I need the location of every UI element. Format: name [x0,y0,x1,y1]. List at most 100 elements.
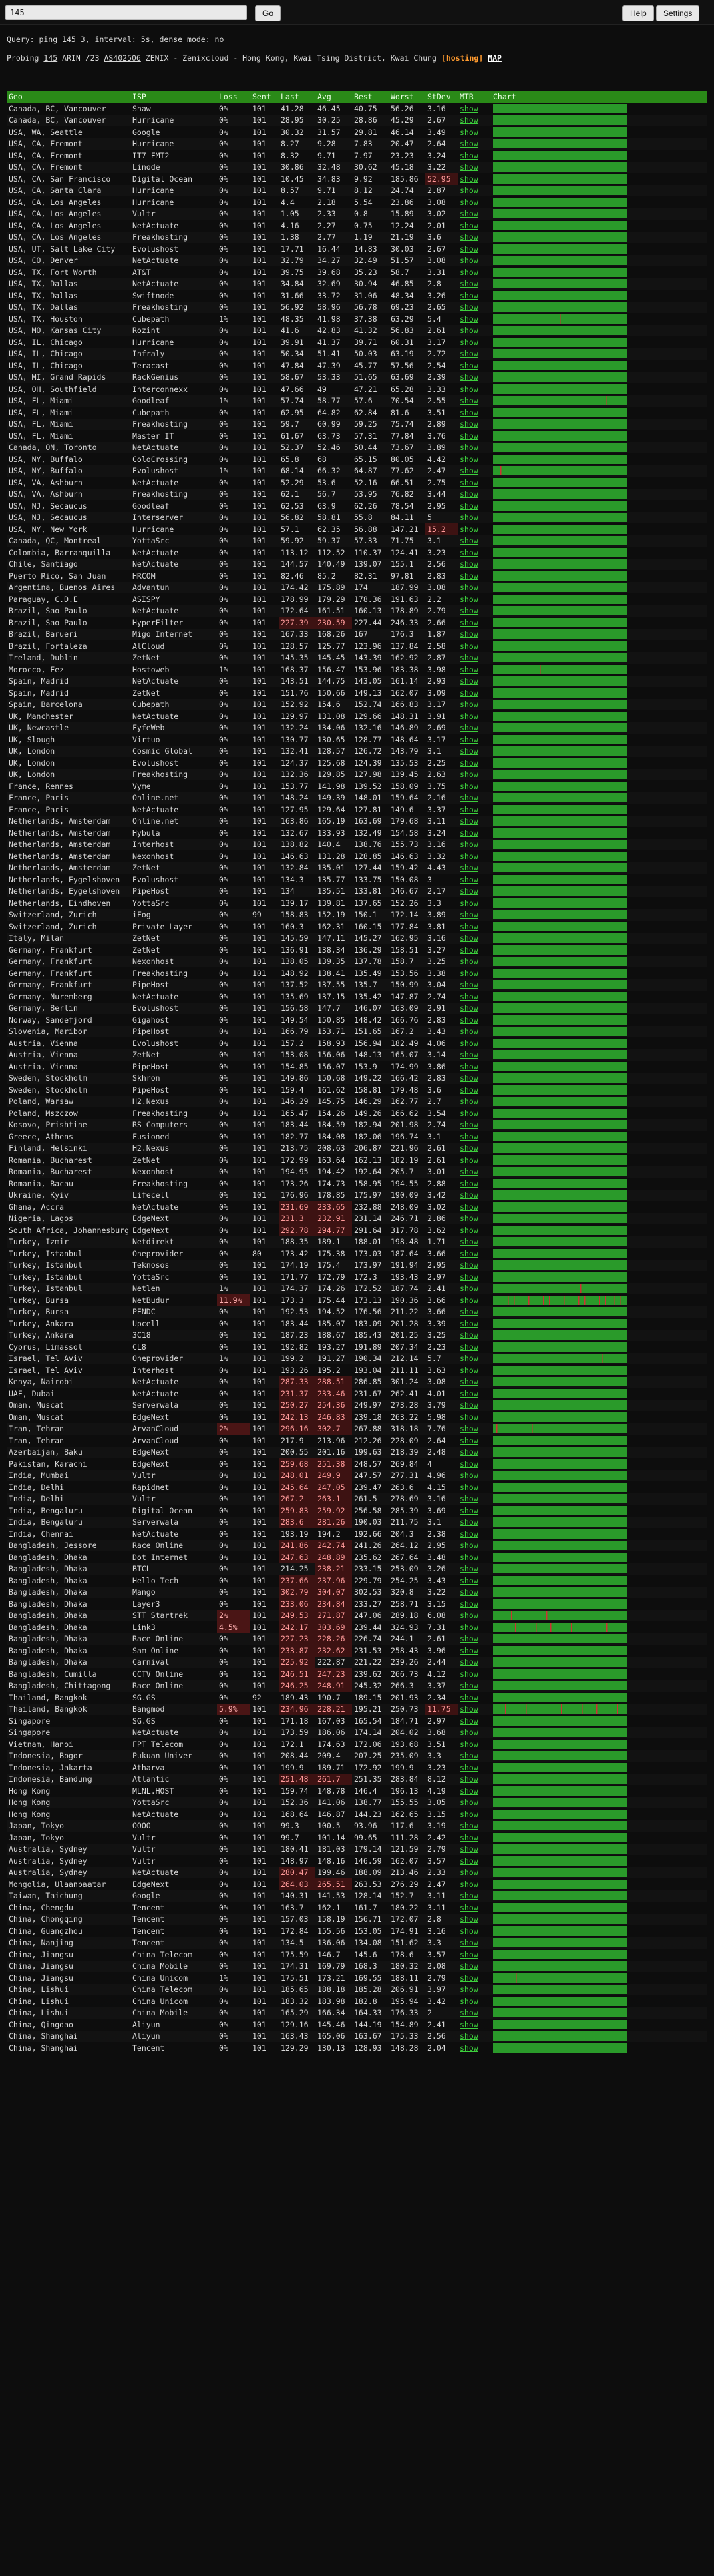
mtr-show-link[interactable]: show [460,1623,478,1632]
mtr-show-link[interactable]: show [460,1296,478,1305]
mtr-show-link[interactable]: show [460,1459,478,1469]
mtr-show-link[interactable]: show [460,232,478,242]
mtr-show-link[interactable]: show [460,571,478,581]
mtr-show-link[interactable]: show [460,326,478,335]
mtr-show-link[interactable]: show [460,1576,478,1585]
mtr-show-link[interactable]: show [460,127,478,137]
mtr-show-link[interactable]: show [460,1272,478,1282]
mtr-show-link[interactable]: show [460,969,478,978]
mtr-show-link[interactable]: show [460,980,478,989]
column-header[interactable]: Best [352,91,389,103]
mtr-show-link[interactable]: show [460,852,478,861]
mtr-show-link[interactable]: show [460,653,478,662]
search-input[interactable] [5,5,247,20]
mtr-show-link[interactable]: show [460,1447,478,1457]
mtr-show-link[interactable]: show [460,1856,478,1866]
mtr-show-link[interactable]: show [460,384,478,394]
column-header[interactable]: Worst [389,91,425,103]
mtr-show-link[interactable]: show [460,1027,478,1036]
mtr-show-link[interactable]: show [460,629,478,639]
mtr-show-link[interactable]: show [460,536,478,545]
mtr-show-link[interactable]: show [460,455,478,464]
mtr-show-link[interactable]: show [460,1786,478,1796]
mtr-show-link[interactable]: show [460,338,478,347]
mtr-show-link[interactable]: show [460,793,478,802]
column-header[interactable]: ISP [130,91,217,103]
mtr-show-link[interactable]: show [460,314,478,324]
mtr-show-link[interactable]: show [460,1611,478,1620]
mtr-show-link[interactable]: show [460,1763,478,1772]
mtr-show-link[interactable]: show [460,1669,478,1679]
mtr-show-link[interactable]: show [460,1062,478,1071]
mtr-show-link[interactable]: show [460,875,478,884]
column-header[interactable]: StDev [425,91,458,103]
mtr-show-link[interactable]: show [460,957,478,966]
mtr-show-link[interactable]: show [460,2008,478,2017]
column-header[interactable]: Sent [250,91,279,103]
mtr-show-link[interactable]: show [460,559,478,569]
mtr-show-link[interactable]: show [460,256,478,265]
mtr-show-link[interactable]: show [460,1366,478,1375]
column-header[interactable]: Last [279,91,315,103]
mtr-show-link[interactable]: show [460,735,478,744]
mtr-show-link[interactable]: show [460,910,478,919]
mtr-show-link[interactable]: show [460,1961,478,1971]
mtr-show-link[interactable]: show [460,1985,478,1994]
mtr-show-link[interactable]: show [460,1810,478,1819]
mtr-show-link[interactable]: show [460,782,478,791]
mtr-show-link[interactable]: show [460,992,478,1001]
mtr-show-link[interactable]: show [460,1342,478,1352]
mtr-show-link[interactable]: show [460,922,478,931]
mtr-show-link[interactable]: show [460,1039,478,1048]
mtr-show-link[interactable]: show [460,898,478,908]
mtr-show-link[interactable]: show [460,1330,478,1340]
mtr-show-link[interactable]: show [460,1821,478,1830]
mtr-show-link[interactable]: show [460,372,478,382]
mtr-show-link[interactable]: show [460,408,478,417]
mtr-show-link[interactable]: show [460,1564,478,1573]
column-header[interactable]: MTR [458,91,491,103]
mtr-show-link[interactable]: show [460,174,478,184]
mtr-show-link[interactable]: show [460,1237,478,1246]
mtr-show-link[interactable]: show [460,302,478,312]
mtr-show-link[interactable]: show [460,1085,478,1095]
mtr-show-link[interactable]: show [460,1109,478,1118]
mtr-show-link[interactable]: show [460,198,478,207]
target-ip-link[interactable]: 145 [43,53,57,63]
mtr-show-link[interactable]: show [460,431,478,441]
mtr-show-link[interactable]: show [460,1190,478,1200]
mtr-show-link[interactable]: show [460,641,478,651]
mtr-show-link[interactable]: show [460,1167,478,1176]
mtr-show-link[interactable]: show [460,712,478,721]
column-header[interactable]: Chart [491,91,707,103]
mtr-show-link[interactable]: show [460,361,478,370]
mtr-show-link[interactable]: show [460,1073,478,1083]
mtr-show-link[interactable]: show [460,1926,478,1936]
mtr-show-link[interactable]: show [460,1377,478,1386]
mtr-show-link[interactable]: show [460,1436,478,1445]
mtr-show-link[interactable]: show [460,595,478,604]
mtr-show-link[interactable]: show [460,115,478,125]
mtr-show-link[interactable]: show [460,828,478,838]
mtr-show-link[interactable]: show [460,770,478,779]
column-header[interactable]: Avg [315,91,352,103]
mtr-show-link[interactable]: show [460,1354,478,1363]
mtr-show-link[interactable]: show [460,1751,478,1760]
asn-link[interactable]: AS402506 [104,53,140,63]
mtr-show-link[interactable]: show [460,1634,478,1643]
mtr-show-link[interactable]: show [460,2031,478,2041]
mtr-show-link[interactable]: show [460,162,478,172]
mtr-show-link[interactable]: show [460,1938,478,1947]
mtr-show-link[interactable]: show [460,945,478,955]
mtr-show-link[interactable]: show [460,816,478,826]
mtr-show-link[interactable]: show [460,1143,478,1153]
mtr-show-link[interactable]: show [460,1880,478,1889]
mtr-show-link[interactable]: show [460,758,478,768]
mtr-show-link[interactable]: show [460,583,478,592]
mtr-show-link[interactable]: show [460,466,478,475]
mtr-show-link[interactable]: show [460,1214,478,1223]
mtr-show-link[interactable]: show [460,104,478,113]
mtr-show-link[interactable]: show [460,279,478,288]
mtr-show-link[interactable]: show [460,2043,478,2053]
mtr-show-link[interactable]: show [460,1997,478,2006]
